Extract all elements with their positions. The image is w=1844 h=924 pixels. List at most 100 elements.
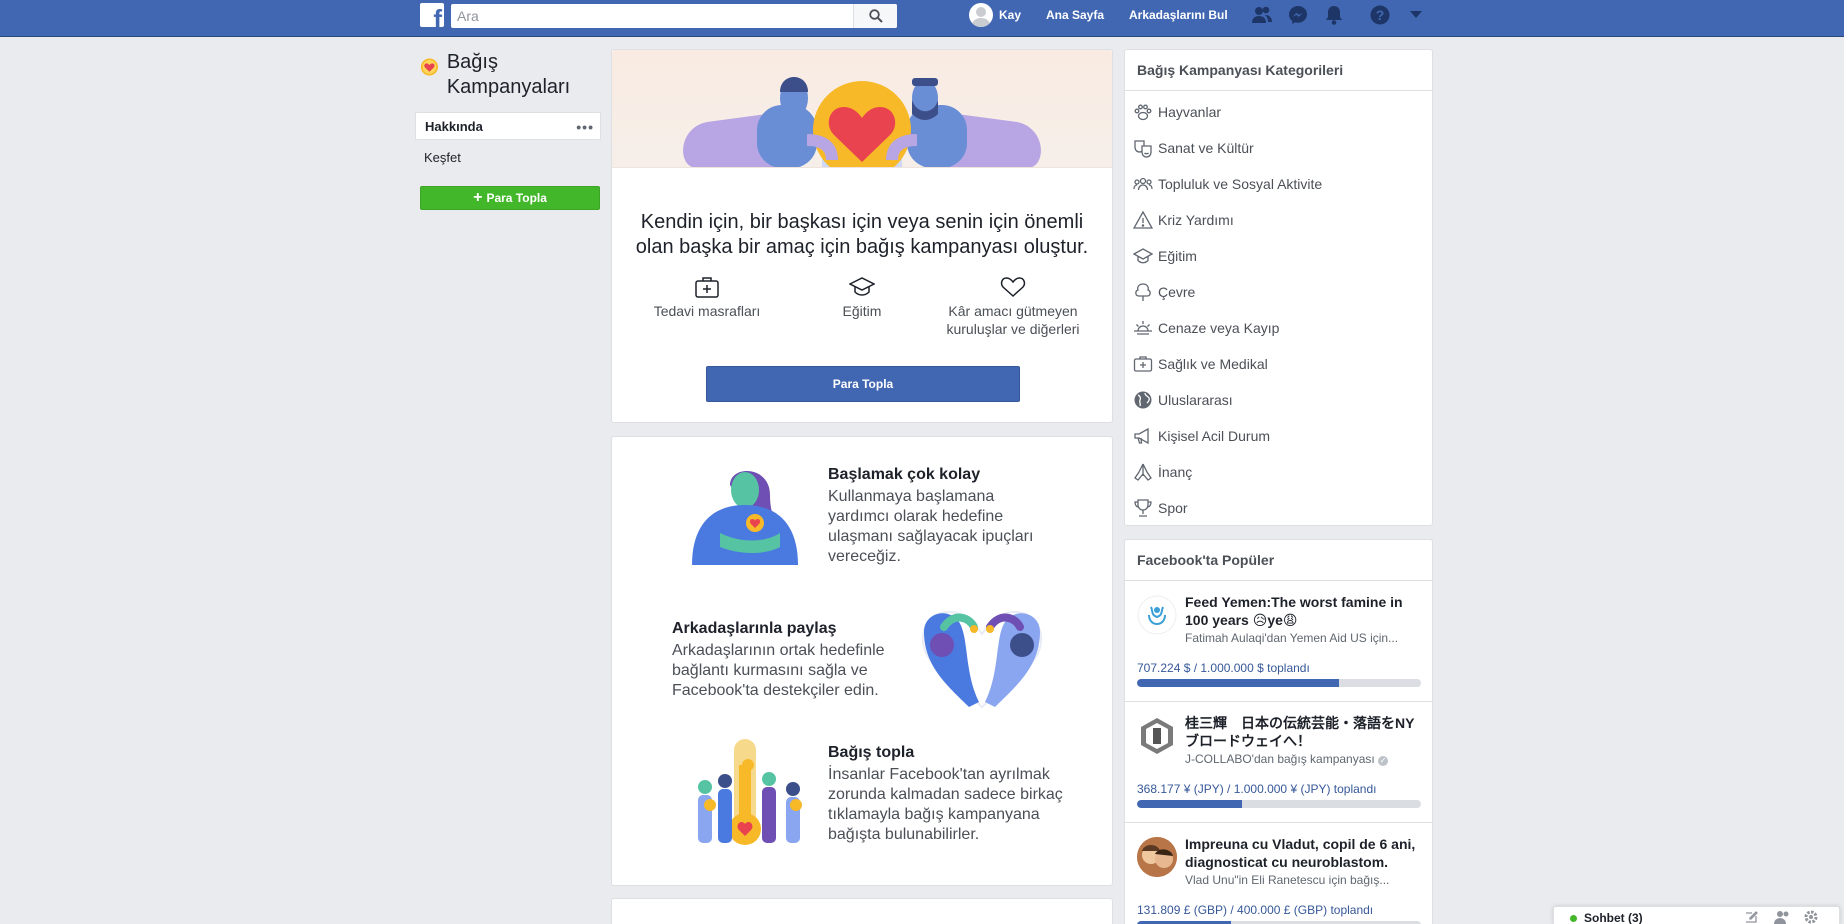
- search-input[interactable]: [451, 4, 853, 28]
- category-item-funeral[interactable]: Cenaze veya Kayıp: [1125, 310, 1432, 346]
- category-label: Sağlık ve Medikal: [1158, 356, 1268, 372]
- category-item-faith[interactable]: İnanç: [1125, 454, 1432, 490]
- category-label: Spor: [1158, 500, 1188, 516]
- page-title: Bağış Kampanyaları: [446, 51, 571, 98]
- step-title: Bağış topla: [828, 744, 915, 761]
- category-label: Çevre: [1158, 284, 1196, 300]
- popular-fundraiser-item[interactable]: Feed Yemen:The worst famine in 100 years…: [1125, 581, 1432, 702]
- popular-fundraiser-item[interactable]: Impreuna cu Vladut, copil de 6 ani, diag…: [1125, 823, 1432, 924]
- category-item-health[interactable]: Sağlık ve Medikal: [1125, 346, 1432, 382]
- category-nonprofit[interactable]: Kâr amacı gütmeyen kuruluşlar ve diğerle…: [928, 276, 1098, 338]
- category-item-environment[interactable]: Çevre: [1125, 274, 1432, 310]
- category-education[interactable]: Eğitim: [777, 276, 947, 320]
- category-item-international[interactable]: Uluslararası: [1125, 382, 1432, 418]
- step-text: Kullanmaya başlamana yardımcı olarak hed…: [828, 488, 1034, 565]
- graduation-cap-icon: [1133, 248, 1153, 264]
- nav-item-label: Keşfet: [424, 150, 461, 165]
- category-label: Kişisel Acil Durum: [1158, 428, 1271, 444]
- progress-fill: [1137, 800, 1243, 808]
- popular-on-facebook-panel: Facebook'ta Popüler Feed Yemen:The worst…: [1124, 539, 1433, 924]
- how-it-works-card: Başlamak çok kolay Kullanmaya başlamana …: [611, 436, 1113, 886]
- category-item-community[interactable]: Topluluk ve Sosyal Aktivite: [1125, 166, 1432, 202]
- next-card: [611, 898, 1113, 924]
- home-link[interactable]: Ana Sayfa: [1046, 3, 1104, 27]
- category-item-education[interactable]: Eğitim: [1125, 238, 1432, 274]
- notifications-bell-icon[interactable]: [1322, 4, 1346, 26]
- user-name: Kay: [999, 8, 1022, 22]
- top-navigation-bar: f Kay Ana Sayfa Arkadaşlarını Bul ?: [0, 0, 1844, 37]
- help-icon[interactable]: ?: [1368, 4, 1392, 26]
- panel-title: Facebook'ta Popüler: [1125, 540, 1432, 581]
- category-medical[interactable]: Tedavi masrafları: [622, 276, 792, 320]
- step-title: Arkadaşlarınla paylaş: [672, 620, 837, 637]
- category-label: Tedavi masrafları: [653, 303, 761, 319]
- profile-link[interactable]: Kay: [969, 3, 1021, 27]
- chat-label: Sohbet (3): [1584, 911, 1643, 924]
- find-friends-link[interactable]: Arkadaşlarını Bul: [1129, 3, 1228, 27]
- friend-requests-icon[interactable]: [1250, 4, 1274, 26]
- category-label: Topluluk ve Sosyal Aktivite: [1158, 176, 1323, 192]
- theater-masks-icon: [1134, 140, 1152, 158]
- step-raise-money: Bağış topla İnsanlar Facebook'tan ayrılm…: [828, 743, 1068, 845]
- category-label: Kâr amacı gütmeyen kuruluşlar ve diğerle…: [946, 303, 1080, 337]
- medical-kit-icon: [1133, 356, 1153, 372]
- category-item-crisis[interactable]: Kriz Yardımı: [1125, 202, 1432, 238]
- fundraiser-title[interactable]: Impreuna cu Vladut, copil de 6 ani, diag…: [1185, 835, 1425, 871]
- search-button[interactable]: [853, 4, 897, 28]
- category-item-arts[interactable]: Sanat ve Kültür: [1125, 130, 1432, 166]
- svg-text:?: ?: [1376, 7, 1385, 23]
- megaphone-icon: [1134, 427, 1149, 445]
- category-label: İnanç: [1158, 464, 1193, 480]
- account-menu-chevron-icon[interactable]: [1404, 4, 1428, 26]
- page-header: Bağış Kampanyaları: [415, 50, 601, 100]
- panel-title: Bağış Kampanyası Kategorileri: [1125, 50, 1432, 91]
- category-item-personal-emergency[interactable]: Kişisel Acil Durum: [1125, 418, 1432, 454]
- fundraiser-organizer: Vlad Unu"in Eli Ranetescu için bağış...: [1185, 873, 1390, 887]
- nav-item-label: Hakkında: [425, 119, 483, 134]
- step-get-started: Başlamak çok kolay Kullanmaya başlamana …: [828, 465, 1058, 567]
- people-group-icon[interactable]: [1774, 910, 1790, 924]
- popular-fundraiser-item[interactable]: 桂三輝 日本の伝統芸能・落語をNYブロードウェイへ！ J-COLLABO'dan…: [1125, 702, 1432, 823]
- fundraiser-thumbnail: [1137, 837, 1177, 877]
- progress-bar: [1137, 679, 1421, 687]
- praying-hands-icon: [1134, 463, 1152, 481]
- fundraiser-raised: 131.809 £ (GBP) / 400.000 £ (GBP) toplan…: [1137, 903, 1374, 917]
- raise-money-button-left[interactable]: + Para Topla: [420, 186, 600, 210]
- left-navigation: Bağış Kampanyaları Hakkında ••• Keşfet +…: [415, 50, 601, 210]
- new-message-icon[interactable]: [1744, 910, 1758, 924]
- progress-fill: [1137, 679, 1339, 687]
- step-text: Arkadaşlarının ortak hedefinle bağlantı …: [672, 642, 885, 699]
- paw-icon: [1134, 104, 1152, 121]
- fundraiser-heart-icon: [420, 58, 438, 76]
- nav-item-discover[interactable]: Keşfet: [415, 144, 601, 172]
- category-item-sports[interactable]: Spor: [1125, 490, 1432, 526]
- nav-item-about[interactable]: Hakkında •••: [415, 112, 601, 140]
- more-options-icon[interactable]: •••: [576, 113, 594, 141]
- fundraiser-title[interactable]: 桂三輝 日本の伝統芸能・落語をNYブロードウェイへ！: [1185, 714, 1425, 750]
- fundraiser-title[interactable]: Feed Yemen:The worst famine in 100 years…: [1185, 593, 1425, 629]
- category-label: Cenaze veya Kayıp: [1158, 320, 1280, 336]
- raise-money-button[interactable]: Para Topla: [706, 366, 1020, 402]
- avatar: [969, 3, 993, 27]
- search-icon: [868, 9, 883, 23]
- hero-illustration: [612, 50, 1112, 168]
- search-box: [451, 4, 897, 28]
- chat-bar[interactable]: Sohbet (3): [1553, 906, 1840, 924]
- plus-icon: +: [473, 189, 483, 206]
- fundraiser-organizer: Fatimah Aulaqi'dan Yemen Aid US için...: [1185, 631, 1399, 645]
- fundraiser-raised: 368.177 ¥ (JPY) / 1.000.000 ¥ (JPY) topl…: [1137, 782, 1377, 796]
- category-item-animals[interactable]: Hayvanlar: [1125, 94, 1432, 130]
- category-label: Eğitim: [842, 303, 882, 319]
- step-title: Başlamak çok kolay: [828, 466, 981, 483]
- globe-icon: [1134, 391, 1152, 409]
- fundraiser-thumbnail: [1137, 716, 1177, 756]
- gear-icon[interactable]: [1804, 910, 1818, 924]
- category-label: Hayvanlar: [1158, 104, 1222, 120]
- facebook-logo[interactable]: f: [420, 3, 444, 27]
- medical-kit-icon: [695, 277, 719, 298]
- category-label: Eğitim: [1158, 248, 1197, 264]
- messenger-icon[interactable]: [1286, 4, 1310, 26]
- online-status-dot: [1570, 915, 1577, 922]
- progress-bar: [1137, 800, 1421, 808]
- button-label: Para Topla: [486, 191, 547, 205]
